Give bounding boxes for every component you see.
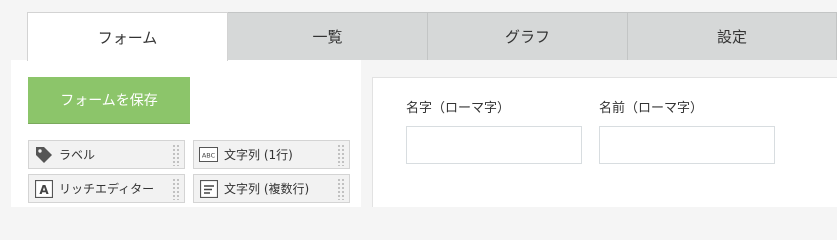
rich-text-icon: A — [34, 179, 53, 198]
drag-handle-icon[interactable] — [172, 177, 180, 200]
tab-label: フォーム — [97, 28, 158, 47]
drag-handle-icon[interactable] — [337, 177, 345, 200]
tab-list[interactable]: 一覧 — [227, 12, 428, 60]
tab-form[interactable]: フォーム — [27, 12, 228, 61]
palette-item-label[interactable]: ラベル — [28, 140, 185, 169]
abc-text-icon: ABC — [199, 145, 218, 164]
tab-bar: フォーム 一覧 グラフ 設定 — [27, 12, 837, 61]
multiline-text-icon — [199, 179, 218, 198]
drag-handle-icon[interactable] — [172, 143, 180, 166]
save-form-button[interactable]: フォームを保存 — [28, 77, 190, 123]
palette-item-text: リッチエディター — [59, 182, 155, 196]
drag-handle-icon[interactable] — [337, 143, 345, 166]
first-name-romaji-label: 名前（ローマ字） — [599, 101, 704, 116]
palette-item-text: 文字列 (複数行) — [224, 182, 310, 196]
palette-item-multi-line-text[interactable]: 文字列 (複数行) — [193, 174, 350, 203]
tab-settings[interactable]: 設定 — [627, 12, 837, 60]
palette-item-single-line-text[interactable]: ABC 文字列 (1行) — [193, 140, 350, 169]
first-name-romaji-input[interactable] — [599, 126, 775, 164]
tag-icon — [34, 145, 53, 164]
tab-label: 一覧 — [312, 28, 343, 46]
svg-text:A: A — [39, 183, 49, 197]
palette-item-text: ラベル — [59, 148, 96, 162]
tab-label: グラフ — [504, 28, 550, 46]
palette-item-rich-editor[interactable]: A リッチエディター — [28, 174, 185, 203]
last-name-romaji-input[interactable] — [406, 126, 582, 164]
tab-label: 設定 — [716, 28, 747, 46]
last-name-romaji-label: 名字（ローマ字） — [406, 101, 511, 116]
palette-item-text: 文字列 (1行) — [224, 148, 293, 162]
svg-text:ABC: ABC — [202, 152, 216, 160]
tab-graph[interactable]: グラフ — [427, 12, 628, 60]
